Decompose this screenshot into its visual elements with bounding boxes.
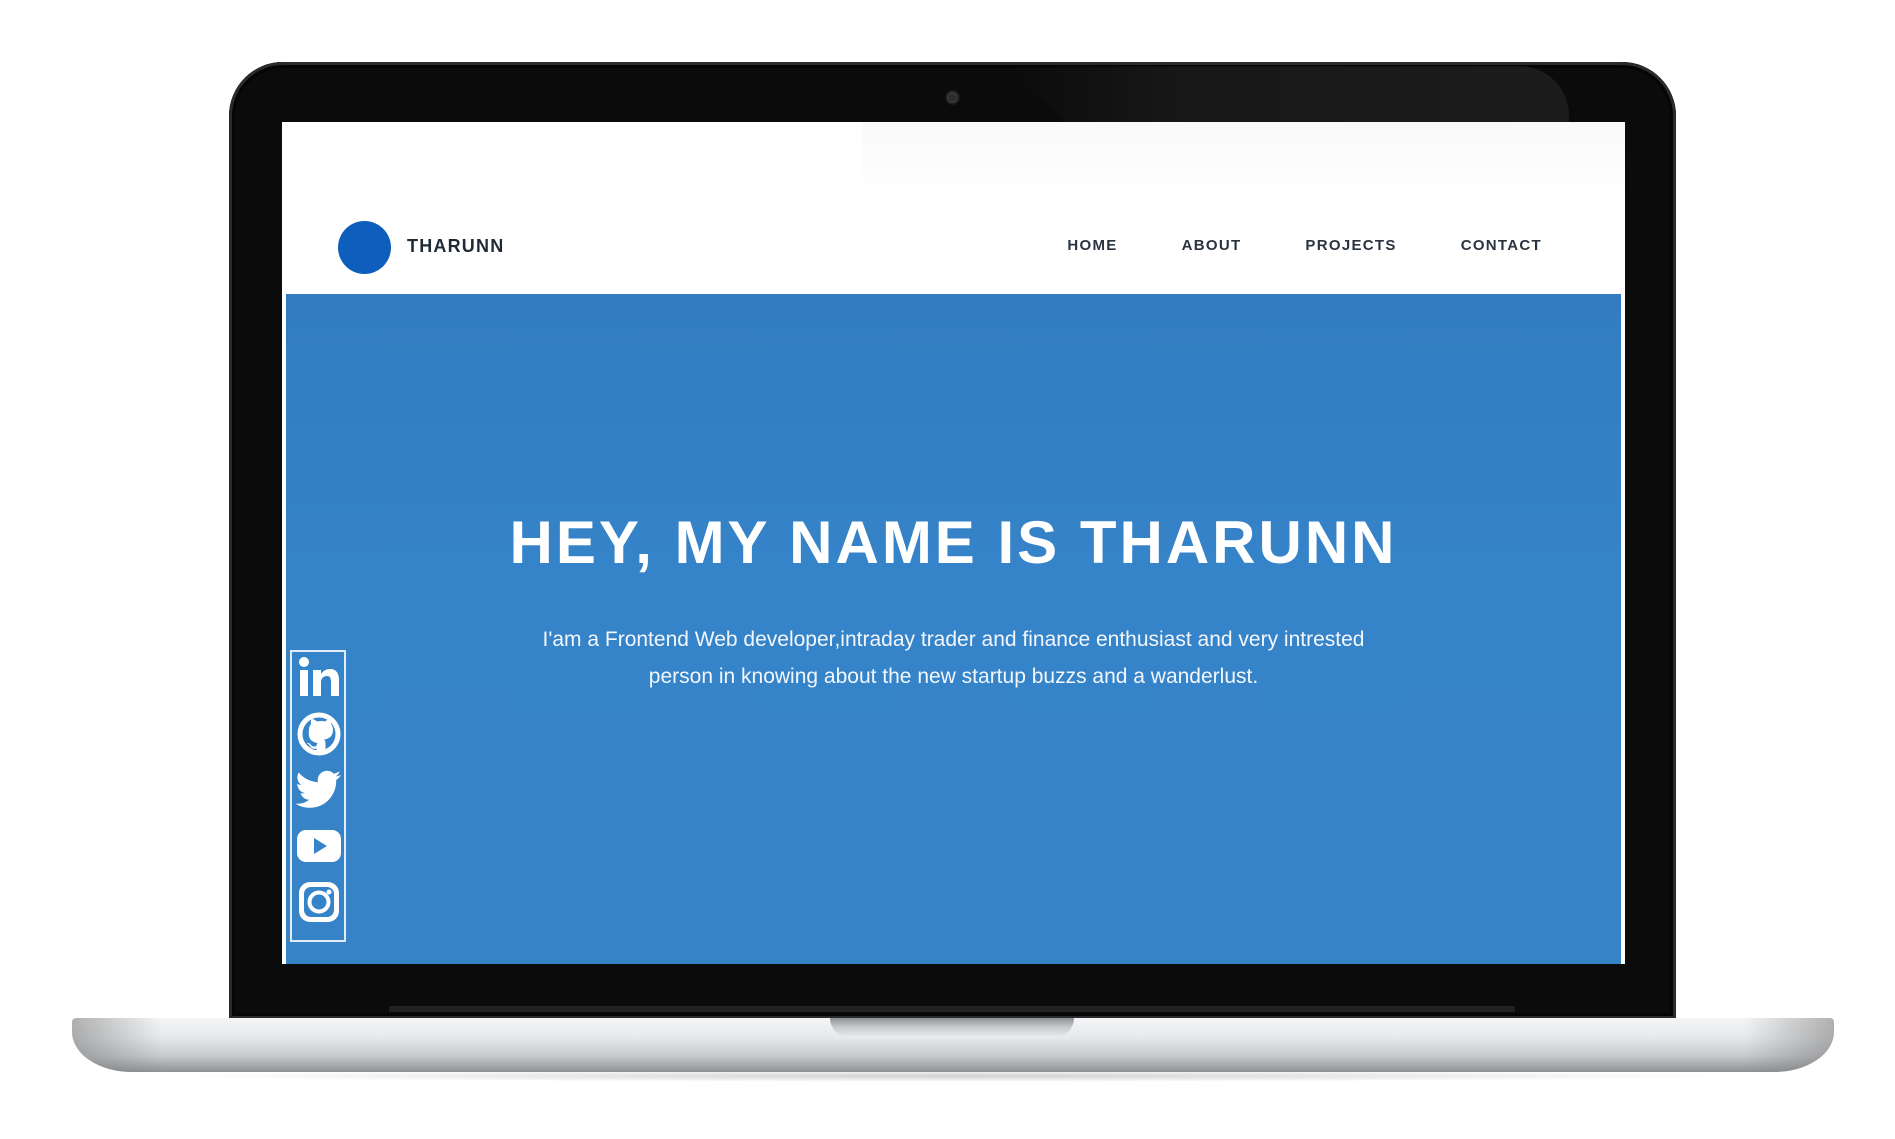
laptop-screen: THARUNN HOME ABOUT PROJECTS CONTACT HEY,…: [282, 122, 1625, 964]
nav-home-link[interactable]: HOME: [1067, 237, 1117, 254]
laptop-mockup: THARUNN HOME ABOUT PROJECTS CONTACT HEY,…: [0, 0, 1895, 1139]
instagram-icon[interactable]: [295, 878, 343, 926]
linkedin-icon[interactable]: [295, 654, 343, 702]
nav-projects-link[interactable]: PROJECTS: [1305, 237, 1396, 254]
base-left-edge: [72, 1018, 162, 1072]
main-nav: HOME ABOUT PROJECTS CONTACT: [1067, 237, 1542, 254]
hero-section: HEY, MY NAME IS THARUNN I'am a Frontend …: [286, 294, 1621, 964]
github-icon[interactable]: [295, 710, 343, 758]
webcam-icon: [947, 92, 958, 103]
base-right-edge: [1744, 1018, 1834, 1072]
hero-title: HEY, MY NAME IS THARUNN: [509, 509, 1398, 576]
social-links-rail: [290, 650, 346, 942]
bezel-edge: [389, 1006, 1515, 1012]
nav-contact-link[interactable]: CONTACT: [1461, 237, 1542, 254]
twitter-icon[interactable]: [295, 766, 343, 814]
navbar: THARUNN HOME ABOUT PROJECTS CONTACT: [282, 122, 1625, 294]
lid-glare: [1009, 66, 1569, 122]
nav-about-link[interactable]: ABOUT: [1182, 237, 1242, 254]
hero-subtitle: I'am a Frontend Web developer,intraday t…: [542, 628, 1365, 688]
youtube-icon[interactable]: [295, 822, 343, 870]
brand-name[interactable]: THARUNN: [407, 236, 504, 257]
logo-icon[interactable]: [338, 221, 391, 274]
lid-opening-notch: [830, 1018, 1074, 1038]
